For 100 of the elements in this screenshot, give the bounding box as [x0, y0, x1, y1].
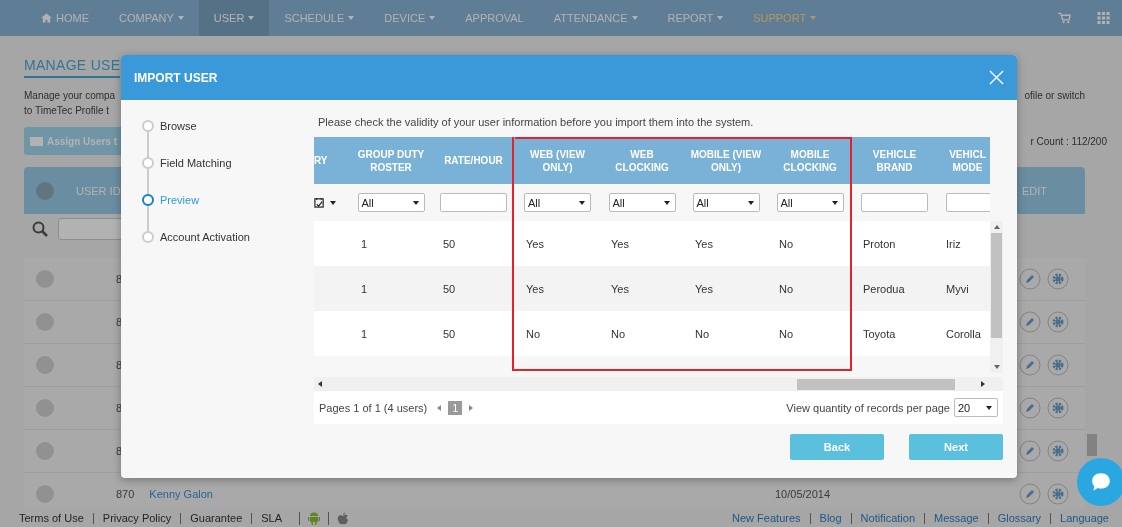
check-icon[interactable]	[36, 313, 54, 331]
nav-item[interactable]: REPORT	[652, 0, 739, 36]
table-cell: 8	[116, 273, 123, 285]
description-text: Manage your compa	[24, 89, 116, 103]
table-cell: 1	[361, 282, 368, 295]
table-cell: Yes	[695, 237, 713, 250]
filter-dropdown[interactable]: All	[357, 193, 425, 212]
page-number[interactable]: 1	[448, 400, 463, 415]
footer-link[interactable]: Language	[1050, 512, 1118, 524]
gear-icon[interactable]	[1047, 397, 1069, 419]
check-icon[interactable]	[36, 442, 54, 460]
grid-icon[interactable]	[1097, 12, 1110, 24]
pencil-icon[interactable]	[1019, 311, 1041, 333]
home-icon	[41, 13, 52, 23]
dialog-button[interactable]: Next	[909, 434, 1003, 460]
vertical-scrollbar[interactable]	[990, 221, 1003, 373]
pencil-icon[interactable]	[1019, 483, 1041, 505]
table-cell: Iriz	[946, 237, 961, 250]
page-title: MANAGE USE	[24, 57, 121, 78]
check-icon[interactable]	[36, 181, 54, 200]
scrollbar[interactable]	[1087, 434, 1097, 456]
footer-link[interactable]: Guarantee	[180, 512, 252, 524]
check-icon[interactable]	[36, 356, 54, 374]
column-header: GROUP DUTY ROSTER	[356, 147, 426, 175]
per-page-label: View quantity of records per page	[786, 401, 950, 414]
next-page-icon[interactable]	[469, 404, 474, 411]
column-header: RATE/HOUR	[443, 154, 504, 168]
footer-link[interactable]: Blog	[809, 512, 851, 524]
table-cell: Yes	[526, 237, 544, 250]
calendar-icon	[314, 197, 325, 208]
table-cell: No	[779, 282, 794, 295]
pencil-icon[interactable]	[1019, 397, 1041, 419]
gear-icon[interactable]	[1047, 268, 1069, 290]
chat-icon	[1090, 471, 1112, 493]
chat-button[interactable]	[1077, 458, 1122, 506]
table-cell: 50	[443, 282, 456, 295]
table-cell: 1	[361, 327, 368, 340]
search-icon[interactable]	[32, 221, 48, 237]
dialog-button[interactable]: Back	[790, 434, 884, 460]
footer-link[interactable]: Terms of Use	[19, 512, 93, 524]
instruction-text: Please check the validity of your user information before you import them into the system.	[317, 115, 755, 130]
table-cell: 8	[116, 316, 123, 328]
pencil-icon[interactable]	[1019, 268, 1041, 290]
table-cell: Corolla	[946, 327, 981, 340]
wizard-step[interactable]: Preview	[142, 193, 314, 207]
table-cell: 870	[116, 488, 135, 500]
close-icon[interactable]	[989, 70, 1004, 85]
table-cell: No	[611, 327, 626, 340]
filter-dropdown[interactable]: All	[776, 193, 844, 212]
table-cell: Myvi	[946, 282, 969, 295]
check-icon[interactable]	[36, 270, 54, 288]
table-cell: Yes	[526, 282, 544, 295]
footer-link[interactable]: Glossary	[987, 512, 1051, 524]
table-cell: Proton	[863, 237, 896, 250]
nav-item[interactable]: ATTENDANCE	[538, 0, 653, 36]
filter-dropdown[interactable]: All	[608, 193, 676, 212]
nav-item[interactable]: HOME	[26, 0, 104, 36]
table-cell: Toyota	[863, 327, 896, 340]
per-page-dropdown[interactable]: 20	[954, 398, 998, 417]
gear-icon[interactable]	[1047, 311, 1069, 333]
apple-icon[interactable]	[328, 511, 350, 525]
gear-icon[interactable]	[1047, 440, 1069, 462]
table-cell: 50	[443, 237, 456, 250]
column-header: VEHICLE BRAND	[871, 147, 918, 175]
column-header: VEHICL MODE	[948, 147, 987, 175]
table-cell: 8	[116, 402, 123, 414]
footer-link[interactable]: Notification	[850, 512, 924, 524]
table-cell: Yes	[611, 237, 629, 250]
filter-field[interactable]	[440, 193, 507, 212]
filter-dropdown[interactable]: All	[524, 193, 591, 212]
table-cell: No	[779, 237, 794, 250]
page-summary: Pages 1 of 1 (4 users)	[319, 401, 428, 414]
check-icon[interactable]	[36, 399, 54, 417]
wizard-step[interactable]: Account Activation	[142, 230, 314, 244]
description-text: ofile or switch	[1024, 89, 1085, 103]
nav-item[interactable]: APPROVAL	[450, 0, 539, 36]
footer-link[interactable]: SLA	[251, 512, 292, 524]
table-cell: 8	[116, 359, 123, 371]
nav-item[interactable]: DEVICE	[369, 0, 451, 36]
cart-icon[interactable]	[1058, 12, 1071, 24]
footer-link[interactable]: New Features	[732, 512, 810, 524]
filter-field[interactable]	[861, 193, 928, 212]
nav-item[interactable]: COMPANY	[104, 0, 199, 36]
table-cell: Yes	[611, 282, 629, 295]
filter-dropdown[interactable]: All	[692, 193, 760, 212]
gear-icon[interactable]	[1047, 354, 1069, 376]
previous-page-icon[interactable]	[437, 404, 442, 411]
footer-link[interactable]: Privacy Policy	[92, 512, 181, 524]
android-icon[interactable]	[299, 511, 321, 525]
gear-icon[interactable]	[1047, 483, 1069, 505]
table-cell: Perodua	[863, 282, 905, 295]
footer-link[interactable]: Message	[924, 512, 988, 524]
nav-item[interactable]: USER	[198, 0, 270, 36]
pencil-icon[interactable]	[1019, 440, 1041, 462]
pencil-icon[interactable]	[1019, 354, 1041, 376]
wizard-step[interactable]: Field Matching	[142, 156, 314, 170]
user-name-link[interactable]: Kenny Galon	[149, 488, 213, 500]
nav-item[interactable]: SCHEDULE	[269, 0, 370, 36]
horizontal-scrollbar[interactable]	[314, 377, 1003, 391]
check-icon[interactable]	[36, 485, 54, 503]
